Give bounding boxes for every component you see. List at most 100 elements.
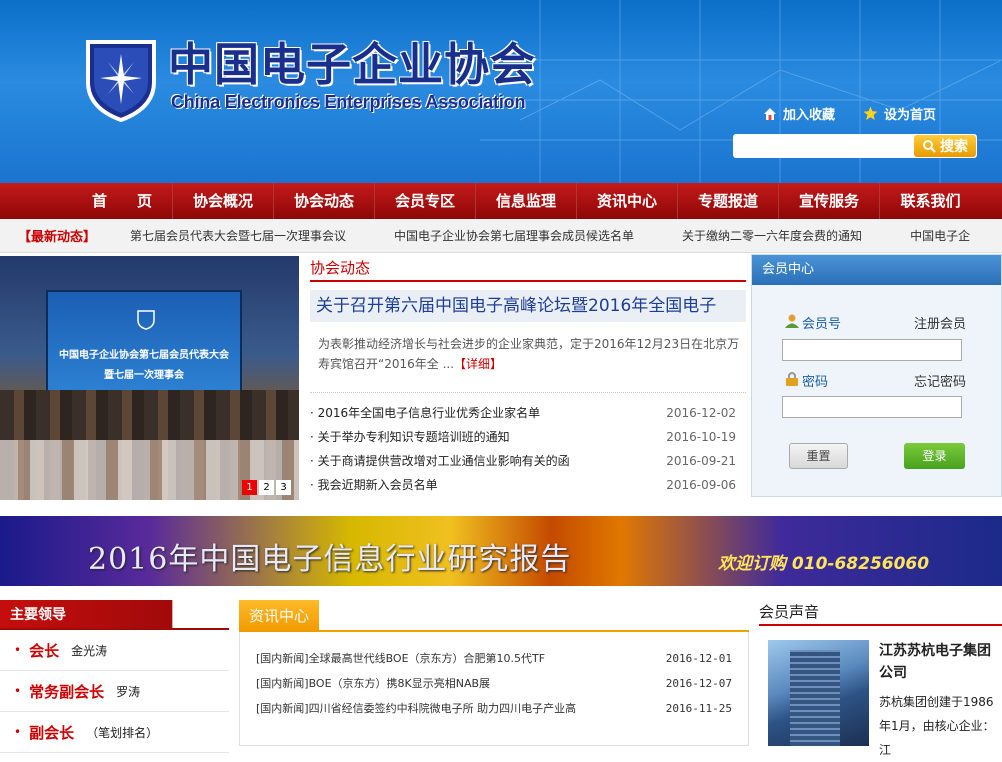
leader-row[interactable]: • 会长 金光涛 [0,630,229,671]
more-link[interactable]: 【详细】 [454,357,502,371]
report-banner[interactable]: 2016年中国电子信息行业研究报告 欢迎订购 010-68256060 [0,516,1002,586]
member-id-label: 会员号 [802,317,842,332]
news-title[interactable]: · 我会近期新入会员名单 [310,473,438,497]
slide-caption-line2: 暨七届一次理事会 [104,370,184,381]
ticker-item[interactable]: 第七届会员代表大会暨七届一次理事会议 [130,227,346,244]
nav-item-home[interactable]: 首 页 [72,183,173,219]
info-center-header: 资讯中心 [239,600,749,632]
star-icon [863,106,878,120]
info-title[interactable]: [国内新闻]四川省经信委签约中科院微电子所 助力四川电子产业高 [256,696,576,721]
password-label: 密码 [802,375,829,390]
main-nav: 首 页 协会概况 协会动态 会员专区 信息监理 资讯中心 专题报道 宣传服务 联… [0,183,1002,219]
leader-name: 金光涛 [71,643,108,658]
tab-info-center[interactable]: 资讯中心 [239,600,320,632]
lock-icon [786,372,798,386]
search-bar: 搜索 [733,134,977,158]
slider-page-2[interactable]: 2 [259,480,274,495]
info-title[interactable]: [国内新闻]BOE（京东方）携8K显示亮相NAB展 [256,671,490,696]
banner-title: 2016年中国电子信息行业研究报告 [88,542,572,577]
nav-item-supervision[interactable]: 信息监理 [476,183,577,219]
set-homepage-label: 设为首页 [884,108,937,123]
nav-item-info-center[interactable]: 资讯中心 [577,183,678,219]
list-item[interactable]: [国内新闻]全球最高世代线BOE（京东方）合肥第10.5代TF 2016-12-0… [256,646,732,671]
ticker-item[interactable]: 中国电子企 [910,227,970,244]
site-header: 中国电子企业协会 China Electronics Enterprises A… [0,0,1002,183]
info-date: 2016-12-07 [665,677,732,690]
news-date: 2016-09-06 [666,478,736,492]
nav-item-members[interactable]: 会员专区 [375,183,476,219]
bullet-icon: • [14,725,22,739]
association-logo-icon [137,310,155,330]
member-voice-panel: 会员声音 江苏苏杭电子集团公司 苏杭集团创建于1986年1月，由核心企业：江 [759,600,1002,757]
banner-phone: 欢迎订购 010-68256060 [718,554,930,574]
headline-summary: 为表彰推动经济增长与社会进步的企业家典范，定于2016年12月23日在北京万寿宾… [310,334,746,386]
login-button[interactable]: 登录 [904,443,965,469]
bookmark-link[interactable]: 加入收藏 [763,104,835,123]
member-id-input[interactable] [782,339,962,361]
register-link[interactable]: 注册会员 [914,313,966,332]
site-subtitle: China Electronics Enterprises Associatio… [171,92,526,112]
nav-item-features[interactable]: 专题报道 [678,183,779,219]
news-date: 2016-09-21 [666,454,736,468]
search-button[interactable]: 搜索 [914,135,976,157]
leader-name: 罗涛 [116,684,141,699]
company-name[interactable]: 江苏苏杭电子集团公司 [879,640,1002,684]
building-image [790,650,840,746]
nav-item-publicity[interactable]: 宣传服务 [779,183,880,219]
slider-page-3[interactable]: 3 [276,480,291,495]
set-homepage-link[interactable]: 设为首页 [863,104,936,123]
list-item[interactable]: · 2016年全国电子信息行业优秀企业家名单 2016-12-02 [310,401,746,425]
news-title[interactable]: · 关于举办专利知识专题培训班的通知 [310,425,510,449]
list-item[interactable]: [国内新闻]四川省经信委签约中科院微电子所 助力四川电子产业高 2016-11-2… [256,696,732,721]
reset-button[interactable]: 重置 [789,443,848,469]
info-date: 2016-11-25 [665,702,732,715]
search-input[interactable] [737,136,909,156]
association-logo-icon[interactable] [82,36,160,122]
member-voice-title: 会员声音 [759,600,1002,626]
search-label: 搜索 [940,139,968,155]
info-title[interactable]: [国内新闻]全球最高世代线BOE（京东方）合肥第10.5代TF [256,646,545,671]
company-description: 苏杭集团创建于1986年1月，由核心企业：江 [879,695,995,757]
ticker-label: 【最新动态】 [18,230,97,245]
nav-item-contact[interactable]: 联系我们 [880,183,981,219]
nav-item-news[interactable]: 协会动态 [274,183,375,219]
association-news-panel: 协会动态 关于召开第六届中国电子高峰论坛暨2016年全国电子 为表彰推动经济增长… [310,256,746,500]
bullet-icon: • [14,684,22,698]
leader-role: 会长 [29,641,60,660]
site-title: 中国电子企业协会 [168,38,537,91]
news-ticker: 【最新动态】 第七届会员代表大会暨七届一次理事会议 中国电子企业协会第七届理事会… [0,219,1002,253]
info-date: 2016-12-01 [665,652,732,665]
info-list: [国内新闻]全球最高世代线BOE（京东方）合肥第10.5代TF 2016-12-0… [239,632,749,746]
leader-row[interactable]: • 常务副会长 罗涛 [0,671,229,712]
news-title[interactable]: · 2016年全国电子信息行业优秀企业家名单 [310,401,540,425]
bullet-icon: • [14,643,22,657]
company-photo[interactable] [768,640,869,746]
slider-pagination: 1 2 3 [242,480,291,495]
news-title[interactable]: · 关于商请提供营改增对工业通信业影响有关的函 [310,449,570,473]
member-center-panel: 会员中心 会员号 注册会员 密码 忘记密码 重置 登录 [751,254,1002,497]
news-list: · 2016年全国电子信息行业优秀企业家名单 2016-12-02 · 关于举办专… [310,392,746,497]
ticker-item[interactable]: 关于缴纳二零一六年度会费的通知 [682,227,862,244]
list-item[interactable]: [国内新闻]BOE（京东方）携8K显示亮相NAB展 2016-12-07 [256,671,732,696]
headline-link[interactable]: 关于召开第六届中国电子高峰论坛暨2016年全国电子 [310,290,746,322]
member-center-title: 会员中心 [752,255,1001,285]
news-date: 2016-10-19 [666,430,736,444]
ticker-item[interactable]: 中国电子企业协会第七届理事会成员候选名单 [394,227,634,244]
slide-caption-line1: 中国电子企业协会第七届会员代表大会 [59,350,229,361]
forgot-password-link[interactable]: 忘记密码 [914,371,966,390]
bookmark-label: 加入收藏 [783,108,836,123]
list-item[interactable]: · 关于举办专利知识专题培训班的通知 2016-10-19 [310,425,746,449]
user-icon [785,314,799,328]
news-date: 2016-12-02 [666,406,736,420]
leader-name: （笔划排名） [86,725,159,740]
leaders-panel: 主要领导 • 会长 金光涛 • 常务副会长 罗涛 • 副会长 （笔划排名） [0,600,229,753]
list-item[interactable]: · 我会近期新入会员名单 2016-09-06 [310,473,746,497]
nav-item-about[interactable]: 协会概况 [173,183,274,219]
password-field[interactable] [782,396,962,418]
leader-role: 常务副会长 [29,682,105,701]
photo-slider[interactable]: 中国电子企业协会第七届会员代表大会 暨七届一次理事会 1 2 3 [0,256,299,500]
leader-row[interactable]: • 副会长 （笔划排名） [0,712,229,753]
list-item[interactable]: · 关于商请提供营改增对工业通信业影响有关的函 2016-09-21 [310,449,746,473]
section-title[interactable]: 协会动态 [310,256,746,282]
slider-page-1[interactable]: 1 [242,480,257,495]
